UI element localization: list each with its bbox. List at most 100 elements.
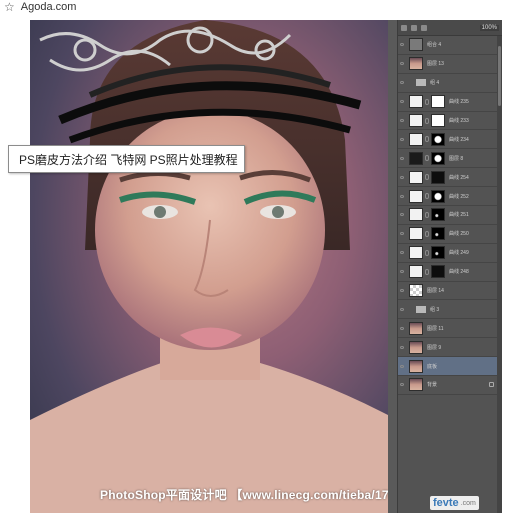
- folder-icon[interactable]: [416, 79, 426, 87]
- layer-thumbnail[interactable]: [409, 227, 423, 241]
- mask-link-icon[interactable]: [425, 211, 429, 218]
- visibility-eye-icon[interactable]: [398, 168, 406, 186]
- visibility-eye-icon[interactable]: [398, 187, 406, 205]
- mask-link-icon[interactable]: [425, 136, 429, 143]
- layer-row[interactable]: 图层 13: [398, 55, 502, 74]
- layer-thumbnail[interactable]: [409, 38, 423, 52]
- layer-row[interactable]: 曲线 233: [398, 112, 502, 131]
- layer-row[interactable]: 组合 4: [398, 36, 502, 55]
- layer-thumbnail[interactable]: [409, 378, 423, 392]
- layer-thumbnail[interactable]: [409, 132, 423, 146]
- layer-name: 曲线 234: [449, 136, 469, 143]
- portrait-illustration: [30, 20, 388, 513]
- layer-row[interactable]: 组 4: [398, 74, 502, 93]
- logo-text: fevte: [433, 497, 459, 509]
- layer-row[interactable]: 曲线 250: [398, 225, 502, 244]
- mask-link-icon[interactable]: [425, 268, 429, 275]
- lock-icon: [489, 382, 494, 388]
- layer-row[interactable]: 背景: [398, 376, 502, 395]
- layer-thumbnail[interactable]: [409, 208, 423, 222]
- star-icon[interactable]: ☆: [4, 1, 15, 13]
- layer-mask-thumbnail[interactable]: [431, 246, 445, 260]
- layer-row[interactable]: 图层 9: [398, 338, 502, 358]
- layer-row[interactable]: 底板: [398, 357, 502, 377]
- layer-thumbnail[interactable]: [409, 189, 423, 203]
- layer-mask-thumbnail[interactable]: [431, 170, 445, 184]
- visibility-eye-icon[interactable]: [398, 93, 406, 111]
- layer-row[interactable]: 曲线 254: [398, 168, 502, 188]
- visibility-eye-icon[interactable]: [398, 282, 406, 300]
- visibility-eye-icon[interactable]: [398, 300, 406, 318]
- layer-mask-thumbnail[interactable]: [431, 151, 445, 165]
- mask-link-icon[interactable]: [425, 174, 429, 181]
- mask-link-icon[interactable]: [425, 98, 429, 105]
- layer-thumbnail[interactable]: [409, 246, 423, 260]
- site-logo: fevte .com: [430, 496, 479, 510]
- layer-row[interactable]: 曲线 248: [398, 263, 502, 282]
- layer-thumbnail[interactable]: [409, 340, 423, 354]
- bookmark-agoda[interactable]: Agoda.com: [21, 1, 77, 13]
- layer-name: 图层 9: [427, 344, 442, 351]
- mask-link-icon[interactable]: [425, 155, 429, 162]
- visibility-eye-icon[interactable]: [398, 376, 406, 394]
- layers-panel: 100% 组合 4 图层 13 组 4 曲线 235 曲线 233 曲线 234 图层 8 曲…: [397, 20, 502, 513]
- layer-row[interactable]: 图层 8: [398, 149, 502, 169]
- layer-thumbnail[interactable]: [409, 114, 423, 127]
- layer-mask-thumbnail[interactable]: [431, 265, 445, 279]
- visibility-eye-icon[interactable]: [398, 319, 406, 337]
- layer-row[interactable]: 曲线 252: [398, 187, 502, 207]
- layer-row[interactable]: 曲线 235: [398, 93, 502, 112]
- layer-mask-thumbnail[interactable]: [431, 95, 445, 109]
- layer-thumbnail[interactable]: [409, 170, 423, 184]
- visibility-eye-icon[interactable]: [398, 36, 406, 54]
- visibility-eye-icon[interactable]: [398, 263, 406, 281]
- layer-row[interactable]: 图层 11: [398, 319, 502, 339]
- layer-row[interactable]: 图层 14: [398, 282, 502, 301]
- layer-mask-thumbnail[interactable]: [431, 114, 445, 127]
- mask-link-icon[interactable]: [425, 249, 429, 256]
- layer-mask-thumbnail[interactable]: [431, 189, 445, 203]
- layer-thumbnail[interactable]: [409, 95, 423, 109]
- layer-list: 组合 4 图层 13 组 4 曲线 235 曲线 233 曲线 234 图层 8 曲线 254…: [398, 36, 502, 395]
- visibility-eye-icon[interactable]: [398, 357, 406, 375]
- mask-link-icon[interactable]: [425, 193, 429, 200]
- layer-mask-thumbnail[interactable]: [431, 208, 445, 222]
- layer-name: 图层 13: [427, 61, 444, 68]
- layer-thumbnail[interactable]: [409, 265, 423, 279]
- visibility-eye-icon[interactable]: [398, 225, 406, 243]
- layer-row[interactable]: 曲线 234: [398, 130, 502, 150]
- layer-mask-thumbnail[interactable]: [431, 132, 445, 146]
- visibility-eye-icon[interactable]: [398, 112, 406, 130]
- layer-thumbnail[interactable]: [409, 57, 423, 71]
- filter-icon[interactable]: [401, 24, 407, 31]
- visibility-eye-icon[interactable]: [398, 130, 406, 148]
- layer-name: 曲线 235: [449, 99, 469, 106]
- visibility-eye-icon[interactable]: [398, 338, 406, 356]
- layer-name: 曲线 250: [449, 231, 469, 238]
- left-margin: [0, 14, 30, 513]
- layer-row[interactable]: 组 3: [398, 300, 502, 320]
- layer-name: 曲线 254: [449, 174, 469, 181]
- lock-move-icon[interactable]: [421, 24, 427, 31]
- layer-row[interactable]: 曲线 251: [398, 206, 502, 225]
- opacity-field[interactable]: 100%: [479, 24, 499, 31]
- layer-thumbnail[interactable]: [409, 284, 423, 298]
- folder-icon[interactable]: [416, 305, 426, 313]
- layer-row[interactable]: 曲线 249: [398, 244, 502, 263]
- visibility-eye-icon[interactable]: [398, 149, 406, 167]
- layer-name: 曲线 252: [449, 193, 469, 200]
- mask-link-icon[interactable]: [425, 230, 429, 237]
- scrollbar-thumb[interactable]: [498, 46, 501, 106]
- mask-link-icon[interactable]: [425, 117, 429, 124]
- visibility-eye-icon[interactable]: [398, 74, 406, 92]
- visibility-eye-icon[interactable]: [398, 206, 406, 224]
- layer-thumbnail[interactable]: [409, 321, 423, 335]
- layer-mask-thumbnail[interactable]: [431, 227, 445, 241]
- layer-thumbnail[interactable]: [409, 359, 423, 373]
- visibility-eye-icon[interactable]: [398, 55, 406, 73]
- screenshot-root: ☆ Agoda.com PhotoShop平面设计吧 【www.linecg.c…: [0, 0, 510, 513]
- layer-name: 底板: [427, 363, 438, 370]
- visibility-eye-icon[interactable]: [398, 244, 406, 262]
- lock-transparent-icon[interactable]: [411, 24, 417, 31]
- layer-thumbnail[interactable]: [409, 151, 423, 165]
